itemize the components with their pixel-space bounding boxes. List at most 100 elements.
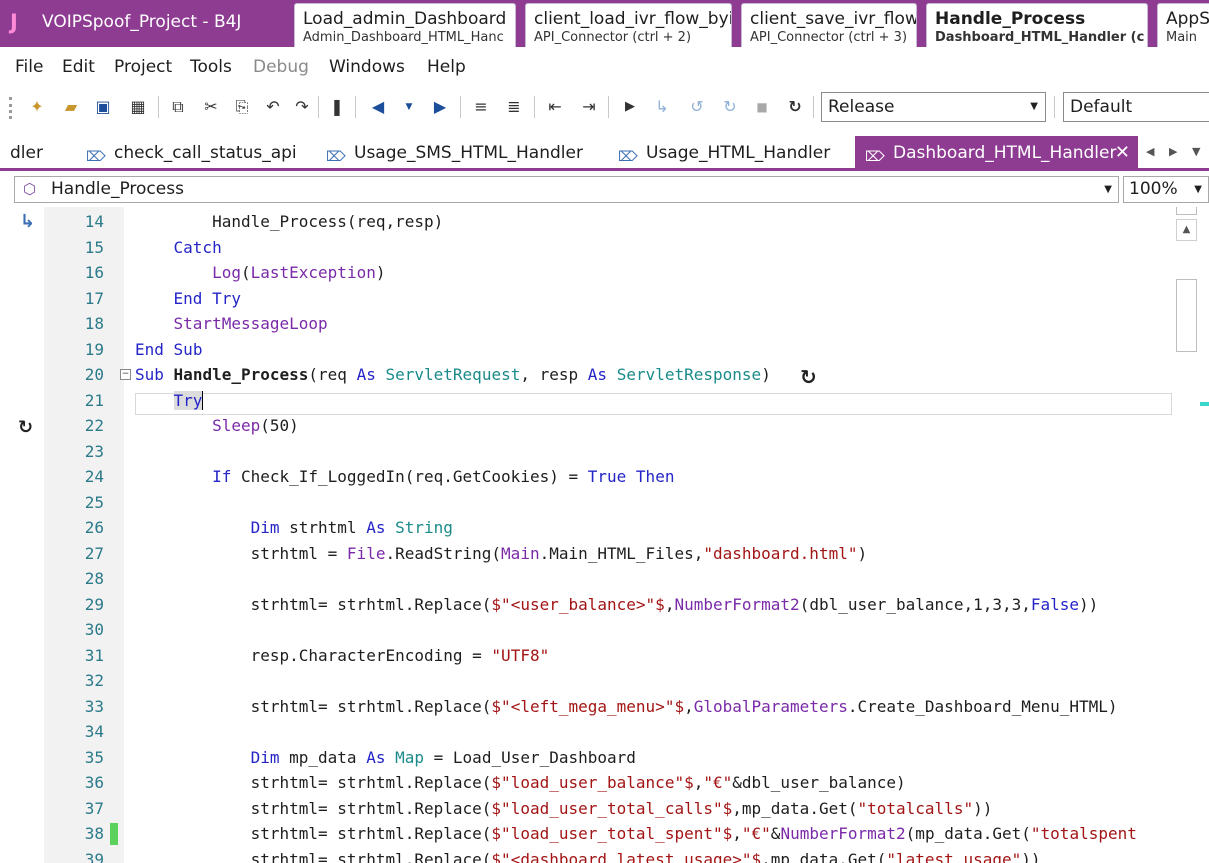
top-tab-apps[interactable]: AppS Main (1157, 3, 1209, 47)
code-text[interactable]: Catch (135, 235, 222, 260)
code-line[interactable]: 31 resp.CharacterEncoding = "UTF8" (0, 643, 1172, 668)
paste-icon[interactable]: ⎘ (230, 95, 254, 119)
top-tab-handle-process[interactable]: Handle_Process Dashboard_HTML_Handler (c (926, 3, 1148, 47)
code-line[interactable]: 29 strhtml= strhtml.Replace($"<user_bala… (0, 592, 1172, 617)
code-line[interactable]: 34 (0, 719, 1172, 744)
code-line[interactable]: 15 Catch (0, 235, 1172, 260)
code-line[interactable]: 36 strhtml= strhtml.Replace($"load_user_… (0, 770, 1172, 795)
top-tab-load-admin-dashboard[interactable]: Load_admin_Dashboard Admin_Dashboard_HTM… (294, 3, 516, 47)
run-icon[interactable]: ▶ (618, 95, 642, 119)
toolbar-gripper[interactable] (9, 97, 12, 119)
step-over-icon[interactable]: ↺ (685, 95, 709, 119)
menu-file[interactable]: File (15, 57, 43, 77)
code-line[interactable]: 27 strhtml = File.ReadString(Main.Main_H… (0, 541, 1172, 566)
code-line[interactable]: 32 (0, 668, 1172, 693)
vertical-scrollbar[interactable]: ▲ (1172, 207, 1200, 863)
code-line[interactable]: 37 strhtml= strhtml.Replace($"load_user_… (0, 796, 1172, 821)
platform-select[interactable]: Default (1063, 92, 1209, 122)
code-text[interactable]: strhtml= strhtml.Replace($"load_user_tot… (135, 821, 1137, 846)
code-text[interactable]: Dim mp_data As Map = Load_User_Dashboard (135, 745, 636, 770)
code-line[interactable]: 23 (0, 439, 1172, 464)
undo-icon[interactable]: ↶ (261, 95, 285, 119)
code-line[interactable]: 38 strhtml= strhtml.Replace($"load_user_… (0, 821, 1172, 846)
code-line[interactable]: 22 Sleep(50) (0, 413, 1172, 438)
menu-tools[interactable]: Tools (190, 57, 232, 77)
comment-lines-icon[interactable]: ≡ (469, 95, 493, 119)
menu-debug[interactable]: Debug (253, 57, 309, 77)
scroll-up-button[interactable]: ▲ (1176, 219, 1197, 241)
tab-scroll-left-icon[interactable]: ◀ (1146, 145, 1154, 158)
code-text[interactable]: resp.CharacterEncoding = "UTF8" (135, 643, 550, 668)
code-text[interactable]: Try (135, 388, 204, 413)
code-line[interactable]: 21 Try (0, 388, 1172, 413)
uncomment-lines-icon[interactable]: ≣ (502, 95, 526, 119)
code-line[interactable]: 25 (0, 490, 1172, 515)
menu-windows[interactable]: Windows (329, 57, 405, 77)
code-text[interactable]: StartMessageLoop (135, 311, 328, 336)
member-select[interactable]: ⬡ Handle_Process ▼ (14, 176, 1119, 203)
code-line[interactable]: 35 Dim mp_data As Map = Load_User_Dashbo… (0, 745, 1172, 770)
new-file-icon[interactable]: ✦ (25, 95, 49, 119)
code-text[interactable]: Sub Handle_Process(req As ServletRequest… (135, 362, 771, 387)
doc-tab-check-call-status-api[interactable]: ⌦ check_call_status_api (86, 136, 297, 170)
bookmark-icon[interactable]: ❚ (325, 95, 349, 119)
doc-tab-usage-sms-html-handler[interactable]: ⌦ Usage_SMS_HTML_Handler (326, 136, 583, 170)
code-line[interactable]: 30 (0, 617, 1172, 642)
doc-tab-dler[interactable]: dler (10, 136, 43, 170)
code-text[interactable]: End Sub (135, 337, 202, 362)
code-line[interactable]: 33 strhtml= strhtml.Replace($"<left_mega… (0, 694, 1172, 719)
menu-project[interactable]: Project (114, 57, 172, 77)
build-config-select[interactable]: Release ▼ (821, 92, 1046, 122)
code-line[interactable]: 24 If Check_If_LoggedIn(req.GetCookies) … (0, 464, 1172, 489)
zoom-select[interactable]: 100% ▼ (1123, 176, 1209, 203)
tab-list-icon[interactable]: ▼ (1192, 145, 1200, 158)
splitter-handle[interactable] (1176, 207, 1197, 215)
restart-icon[interactable]: ↻ (783, 95, 807, 119)
outdent-icon[interactable]: ⇤ (543, 95, 567, 119)
code-text[interactable]: Dim strhtml As String (135, 515, 453, 540)
redo-icon[interactable]: ↷ (290, 95, 314, 119)
code-text[interactable]: strhtml= strhtml.Replace($"<dashboard_la… (135, 847, 1041, 863)
doc-tab-usage-html-handler[interactable]: ⌦ Usage_HTML_Handler (618, 136, 830, 170)
save-all-icon[interactable]: ▦ (126, 95, 150, 119)
save-icon[interactable]: ▣ (91, 95, 115, 119)
code-line[interactable]: 28 (0, 566, 1172, 591)
navigate-forward-icon[interactable]: ▶ (428, 95, 452, 119)
code-line[interactable]: 26 Dim strhtml As String (0, 515, 1172, 540)
code-line[interactable]: 16 Log(LastException) (0, 260, 1172, 285)
code-text[interactable]: Handle_Process(req,resp) (135, 209, 443, 234)
copy-icon[interactable]: ⧉ (166, 95, 190, 119)
stop-icon[interactable]: ■ (750, 95, 774, 119)
step-out-icon[interactable]: ↻ (718, 95, 742, 119)
close-icon[interactable]: ✕ (1115, 136, 1130, 170)
code-line[interactable]: 14 Handle_Process(req,resp) (0, 209, 1172, 234)
navigate-back-icon[interactable]: ◀ (366, 95, 390, 119)
code-text[interactable]: End Try (135, 286, 241, 311)
code-line[interactable]: 20 Sub Handle_Process(req As ServletReque… (0, 362, 1172, 387)
code-line[interactable]: 17 End Try (0, 286, 1172, 311)
code-line[interactable]: 19 End Sub (0, 337, 1172, 362)
code-text[interactable]: Log(LastException) (135, 260, 385, 285)
code-text[interactable]: strhtml= strhtml.Replace($"<user_balance… (135, 592, 1099, 617)
code-text[interactable]: strhtml= strhtml.Replace($"<left_mega_me… (135, 694, 1118, 719)
menu-edit[interactable]: Edit (62, 57, 95, 77)
code-text[interactable]: strhtml= strhtml.Replace($"load_user_bal… (135, 770, 906, 795)
indent-icon[interactable]: ⇥ (577, 95, 601, 119)
tab-scroll-right-icon[interactable]: ▶ (1169, 145, 1177, 158)
code-text[interactable]: strhtml= strhtml.Replace($"load_user_tot… (135, 796, 993, 821)
code-line[interactable]: 18 StartMessageLoop (0, 311, 1172, 336)
top-tab-client-save-ivr-flow[interactable]: client_save_ivr_flow API_Connector (ctrl… (741, 3, 917, 47)
code-line[interactable]: 39 strhtml= strhtml.Replace($"<dashboard… (0, 847, 1172, 863)
code-text[interactable]: strhtml = File.ReadString(Main.Main_HTML… (135, 541, 868, 566)
doc-tab-dashboard-html-handler[interactable]: ⌦ Dashboard_HTML_Handler ✕ (855, 136, 1138, 170)
cut-icon[interactable]: ✂ (199, 95, 223, 119)
open-folder-icon[interactable]: ▰ (59, 95, 83, 119)
scroll-thumb[interactable] (1176, 279, 1197, 352)
back-dropdown-icon[interactable]: ▼ (397, 95, 421, 119)
code-text[interactable]: Sleep(50) (135, 413, 299, 438)
step-in-icon[interactable]: ↳ (650, 95, 674, 119)
code-editor[interactable]: ↳ ↻ − 14 Handle_Process(req,resp) 15 Catc… (0, 207, 1209, 863)
top-tab-client-load-ivr-flow-byid[interactable]: client_load_ivr_flow_byid API_Connector … (525, 3, 732, 47)
menu-help[interactable]: Help (427, 57, 466, 77)
code-text[interactable]: If Check_If_LoggedIn(req.GetCookies) = T… (135, 464, 674, 489)
